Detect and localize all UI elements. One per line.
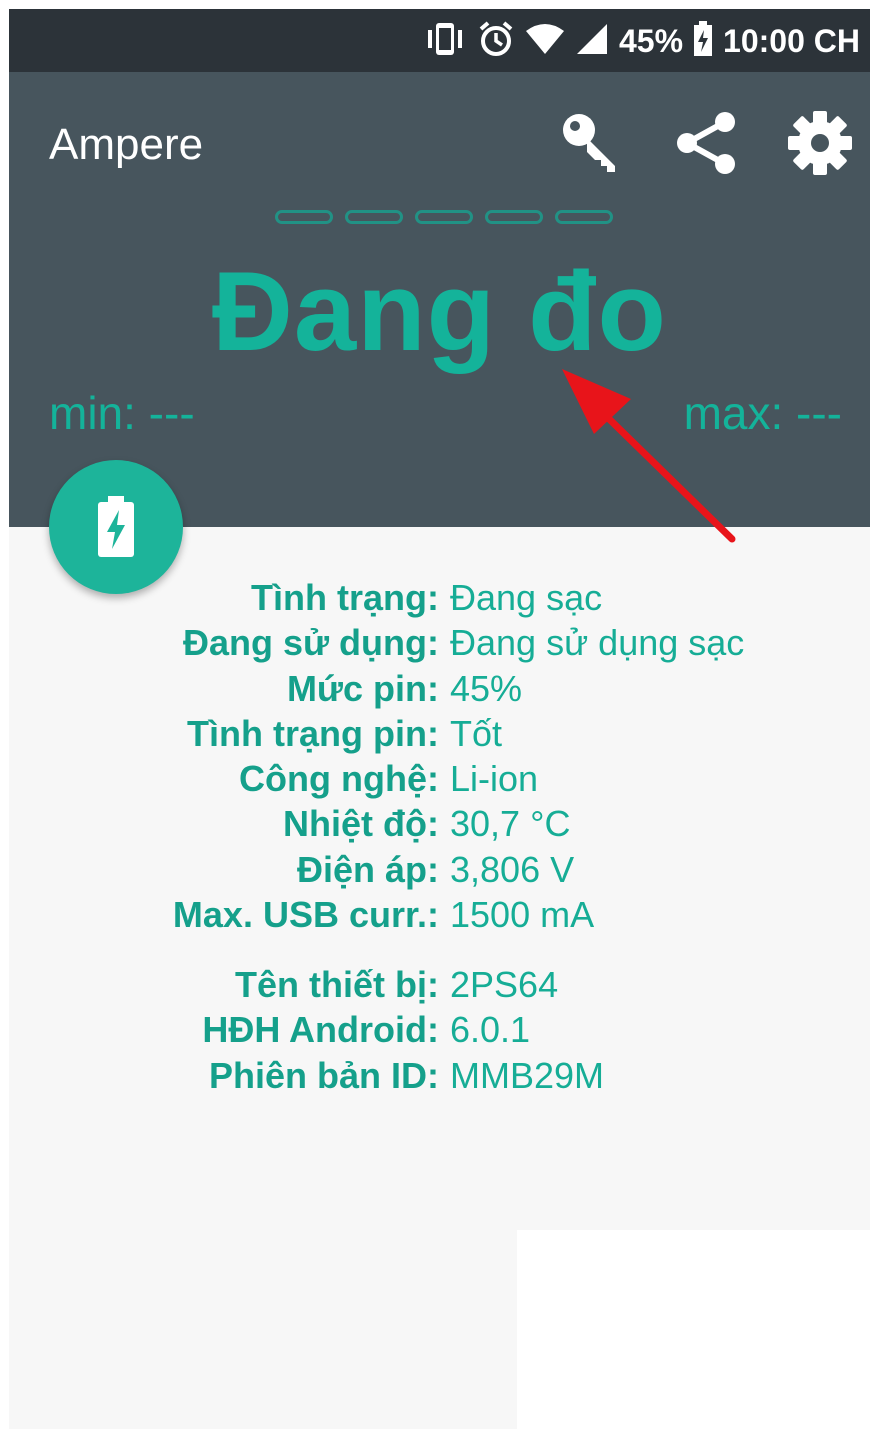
info-value: 45% — [450, 667, 523, 709]
app-header: Ampere Đang đo min: --- max: --- — [9, 72, 870, 527]
key-button[interactable] — [557, 108, 627, 178]
measurement-progress-dashes — [275, 210, 613, 224]
battery-fab-button[interactable] — [49, 460, 183, 594]
min-reading: min: --- — [49, 387, 195, 439]
info-label: Đang sử dụng: — [182, 622, 439, 664]
info-label: Tình trạng: — [251, 577, 439, 618]
info-row: Tên thiết bị: 2PS64 — [9, 962, 870, 1007]
info-label: Nhiệt độ: — [283, 803, 439, 845]
info-label: Công nghệ: — [239, 758, 439, 800]
progress-dash — [555, 210, 613, 224]
status-bar: 45% 10:00 CH — [9, 9, 870, 72]
phone-screen: 45% 10:00 CH Ampere Đang đo min: --- max… — [9, 9, 870, 1429]
info-value: Đang sạc — [450, 577, 603, 618]
image-padding — [517, 1230, 870, 1429]
max-reading: max: --- — [683, 387, 842, 439]
info-value: 6.0.1 — [450, 1009, 531, 1051]
settings-button[interactable] — [785, 108, 855, 178]
info-label: Phiên bản ID: — [208, 1054, 439, 1096]
info-row: Điện áp: 3,806 V — [9, 847, 870, 892]
signal-icon — [575, 22, 609, 61]
info-value: 30,7 °C — [450, 803, 571, 845]
status-icons: 45% 10:00 CH — [423, 20, 860, 63]
clock: 10:00 CH — [723, 22, 860, 59]
info-row: Phiên bản ID: MMB29M — [9, 1053, 870, 1098]
measurement-status: Đang đo — [212, 249, 667, 374]
battery-info-list: Tình trạng: Đang sạc Đang sử dụng: Đang sử… — [9, 575, 870, 937]
battery-charging-icon — [693, 20, 713, 62]
info-value: 3,806 V — [450, 848, 575, 890]
key-icon — [563, 114, 615, 172]
info-label: HĐH Android: — [202, 1009, 439, 1051]
info-value: MMB29M — [450, 1054, 605, 1096]
settings-gear-icon — [788, 111, 852, 175]
info-value: Li-ion — [450, 758, 539, 800]
device-info-list: Tên thiết bị: 2PS64 HĐH Android: 6.0.1 Phi… — [9, 962, 870, 1098]
info-value: 1500 mA — [450, 894, 595, 936]
app-title: Ampere — [49, 120, 204, 169]
progress-dash — [345, 210, 403, 224]
info-label: Điện áp: — [296, 848, 439, 890]
info-row: Đang sử dụng: Đang sử dụng sạc — [9, 620, 870, 665]
vibrate-icon — [423, 21, 467, 62]
share-icon — [677, 112, 735, 174]
alarm-icon — [477, 20, 515, 63]
info-row: Nhiệt độ: 30,7 °C — [9, 801, 870, 846]
info-row: Mức pin: 45% — [9, 666, 870, 711]
info-value: Tốt — [450, 712, 503, 754]
progress-dash — [415, 210, 473, 224]
info-label: Tên thiết bị: — [235, 964, 439, 1005]
share-button[interactable] — [671, 108, 741, 178]
info-row: HĐH Android: 6.0.1 — [9, 1007, 870, 1052]
progress-dash — [485, 210, 543, 224]
wifi-icon — [525, 22, 565, 61]
info-row: Tình trạng pin: Tốt — [9, 711, 870, 756]
info-row: Công nghệ: Li-ion — [9, 756, 870, 801]
info-value: Đang sử dụng sạc — [450, 622, 745, 664]
info-label: Mức pin: — [286, 667, 439, 709]
info-value: 2PS64 — [450, 964, 559, 1005]
info-row: Max. USB curr.: 1500 mA — [9, 892, 870, 937]
info-label: Max. USB curr.: — [172, 894, 439, 936]
battery-charging-icon — [98, 496, 134, 557]
battery-percent: 45% — [619, 22, 684, 59]
progress-dash — [275, 210, 333, 224]
info-row: Tình trạng: Đang sạc — [9, 575, 870, 620]
info-label: Tình trạng pin: — [187, 712, 439, 754]
